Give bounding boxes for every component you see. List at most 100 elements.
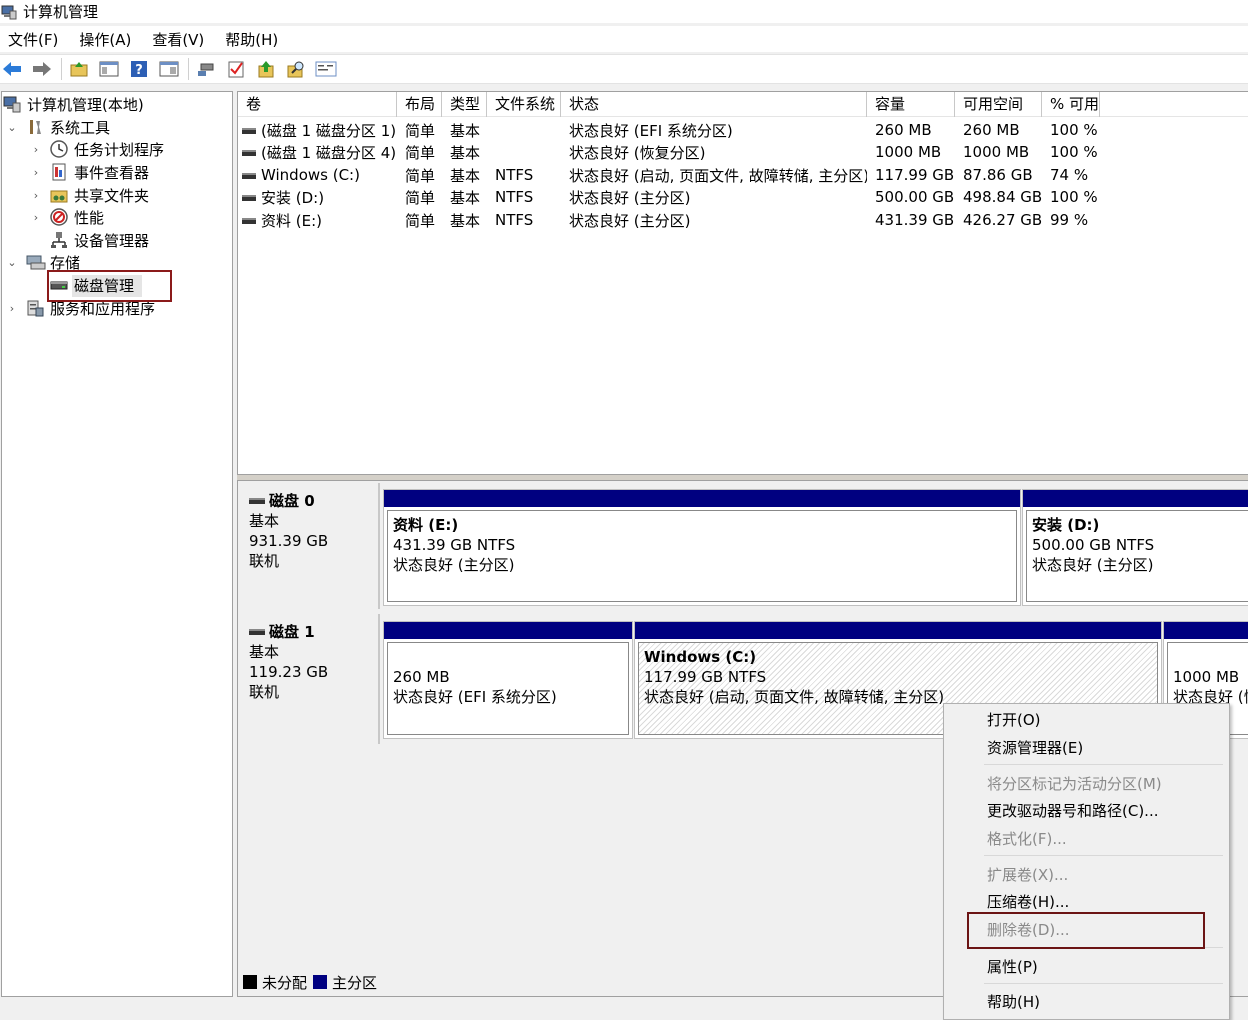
menu-item-mark-active[interactable]: 将分区标记为活动分区(M) (987, 773, 1162, 795)
partition-efi[interactable]: 260 MB 状态良好 (EFI 系统分区) (383, 621, 633, 739)
navigation-tree: 计算机管理(本地) ⌄ 系统工具 › 任务计划程序 › 事件查看器 › 共享文件… (1, 91, 233, 997)
title-bar: 计算机管理 (0, 0, 1248, 23)
column-header-filesystem[interactable]: 文件系统 (487, 92, 561, 117)
tree-node-system-tools[interactable]: ⌄ 系统工具 (6, 116, 110, 138)
device-manager-icon (50, 231, 68, 249)
disk-1-info[interactable]: 磁盘 1 基本 119.23 GB 联机 (240, 614, 380, 744)
column-header-layout[interactable]: 布局 (397, 92, 442, 117)
cell-type: 基本 (450, 188, 481, 207)
console-icon[interactable] (158, 58, 180, 80)
column-header-capacity[interactable]: 容量 (867, 92, 955, 117)
computer-management-icon (3, 95, 21, 113)
cell-free-space: 87.86 GB (963, 166, 1033, 184)
cell-type: 基本 (450, 166, 481, 185)
tree-node-performance[interactable]: › 性能 (30, 206, 104, 228)
table-row[interactable]: (磁盘 1 磁盘分区 1) 简单 基本 状态良好 (EFI 系统分区) 260 … (238, 119, 1100, 141)
properties-icon[interactable] (315, 58, 337, 80)
menu-item-explorer[interactable]: 资源管理器(E) (987, 737, 1083, 759)
volume-icon (242, 150, 256, 156)
tree-node-event-viewer[interactable]: › 事件查看器 (30, 161, 149, 183)
services-icon (26, 299, 44, 317)
partition-d[interactable]: 安装 (D:) 500.00 GB NTFS 状态良好 (主分区) (1022, 489, 1248, 606)
cell-status: 状态良好 (主分区) (569, 188, 691, 207)
menu-item-properties[interactable]: 属性(P) (987, 956, 1038, 978)
disk-size: 119.23 GB (249, 663, 329, 681)
svg-text:?: ? (135, 63, 143, 78)
partition-status: 状态良好 (主分区) (1032, 556, 1154, 574)
tree-node-task-scheduler[interactable]: › 任务计划程序 (30, 138, 164, 160)
table-row[interactable]: Windows (C:) 简单 基本 NTFS 状态良好 (启动, 页面文件, … (238, 164, 1100, 186)
help-icon[interactable]: ? (128, 58, 150, 80)
cell-percent-free: 100 % (1050, 121, 1098, 139)
table-row[interactable]: 安装 (D:) 简单 基本 NTFS 状态良好 (主分区) 500.00 GB … (238, 186, 1100, 208)
find-icon[interactable] (285, 58, 307, 80)
legend-swatch-unallocated (243, 975, 257, 989)
column-header-percent-free[interactable]: % 可用 (1042, 92, 1100, 117)
chevron-right-icon[interactable]: › (30, 143, 42, 156)
disk-name: 磁盘 1 (269, 623, 315, 641)
partition-size: 431.39 GB NTFS (393, 536, 516, 554)
legend-label-primary: 主分区 (332, 973, 378, 992)
menu-item-format[interactable]: 格式化(F)... (987, 828, 1067, 850)
column-header-type[interactable]: 类型 (442, 92, 487, 117)
menu-item-change-drive-letter[interactable]: 更改驱动器号和路径(C)... (987, 800, 1158, 822)
tree-node-root[interactable]: 计算机管理(本地) (3, 93, 144, 115)
table-row[interactable]: (磁盘 1 磁盘分区 4) 简单 基本 状态良好 (恢复分区) 1000 MB … (238, 141, 1100, 163)
clock-icon (50, 140, 68, 158)
show-hide-tree-icon[interactable] (98, 58, 120, 80)
up-folder-icon[interactable] (68, 58, 90, 80)
partition-status: 状态良好 (主分区) (393, 556, 515, 574)
column-header-volume[interactable]: 卷 (238, 92, 397, 117)
chevron-down-icon[interactable]: ⌄ (6, 256, 18, 269)
cell-free-space: 426.27 GB (963, 211, 1042, 229)
partition-e[interactable]: 资料 (E:) 431.39 GB NTFS 状态良好 (主分区) (383, 489, 1021, 606)
volume-icon (242, 172, 256, 179)
menu-help[interactable]: 帮助(H) (220, 29, 283, 50)
tree-node-device-manager[interactable]: 设备管理器 (50, 229, 149, 251)
storage-icon (26, 253, 46, 271)
tree-node-shared-folders[interactable]: › 共享文件夹 (30, 184, 149, 206)
menu-file[interactable]: 文件(F) (3, 29, 63, 50)
menu-separator (984, 983, 1223, 984)
table-row[interactable]: 资料 (E:) 简单 基本 NTFS 状态良好 (主分区) 431.39 GB … (238, 209, 1100, 231)
disk-name: 磁盘 0 (269, 492, 315, 510)
chevron-right-icon[interactable]: › (30, 211, 42, 224)
chevron-down-icon[interactable]: ⌄ (6, 121, 18, 134)
column-header-free-space[interactable]: 可用空间 (955, 92, 1042, 117)
back-arrow-icon[interactable] (1, 58, 23, 80)
disk-icon (249, 498, 265, 504)
toolbar-separator (188, 58, 189, 80)
forward-arrow-icon[interactable] (31, 58, 53, 80)
chevron-right-icon[interactable]: › (30, 166, 42, 179)
disk-0-info[interactable]: 磁盘 0 基本 931.39 GB 联机 (240, 483, 380, 609)
cell-layout: 简单 (405, 143, 436, 162)
menu-item-shrink-volume[interactable]: 压缩卷(H)... (987, 891, 1069, 913)
partition-name: 资料 (E:) (393, 516, 459, 534)
cell-status: 状态良好 (EFI 系统分区) (569, 121, 733, 140)
menu-item-help[interactable]: 帮助(H) (987, 991, 1040, 1013)
menu-item-open[interactable]: 打开(O) (987, 709, 1041, 731)
menu-bar: 文件(F) 操作(A) 查看(V) 帮助(H) (0, 26, 1248, 52)
chevron-right-icon[interactable]: › (30, 189, 42, 202)
cell-capacity: 260 MB (875, 121, 932, 139)
export-icon[interactable] (255, 58, 277, 80)
cell-filesystem: NTFS (495, 166, 534, 184)
check-icon[interactable] (225, 58, 247, 80)
menu-item-extend-volume[interactable]: 扩展卷(X)... (987, 864, 1068, 886)
menu-action[interactable]: 操作(A) (74, 29, 136, 50)
partition-name: 安装 (D:) (1032, 516, 1100, 534)
menu-view[interactable]: 查看(V) (147, 29, 209, 50)
tools-icon (26, 118, 44, 136)
cell-filesystem: NTFS (495, 211, 534, 229)
connect-icon[interactable] (195, 58, 217, 80)
legend-label-unallocated: 未分配 (262, 973, 308, 992)
cell-layout: 简单 (405, 211, 436, 230)
cell-volume: 资料 (E:) (261, 211, 323, 230)
cell-capacity: 1000 MB (875, 143, 942, 161)
chevron-right-icon[interactable]: › (6, 302, 18, 315)
cell-free-space: 260 MB (963, 121, 1020, 139)
column-header-status[interactable]: 状态 (561, 92, 867, 117)
partition-bar (635, 622, 1161, 639)
partition-bar (384, 490, 1020, 507)
context-menu: 打开(O) 资源管理器(E) 将分区标记为活动分区(M) 更改驱动器号和路径(C… (943, 703, 1230, 1020)
